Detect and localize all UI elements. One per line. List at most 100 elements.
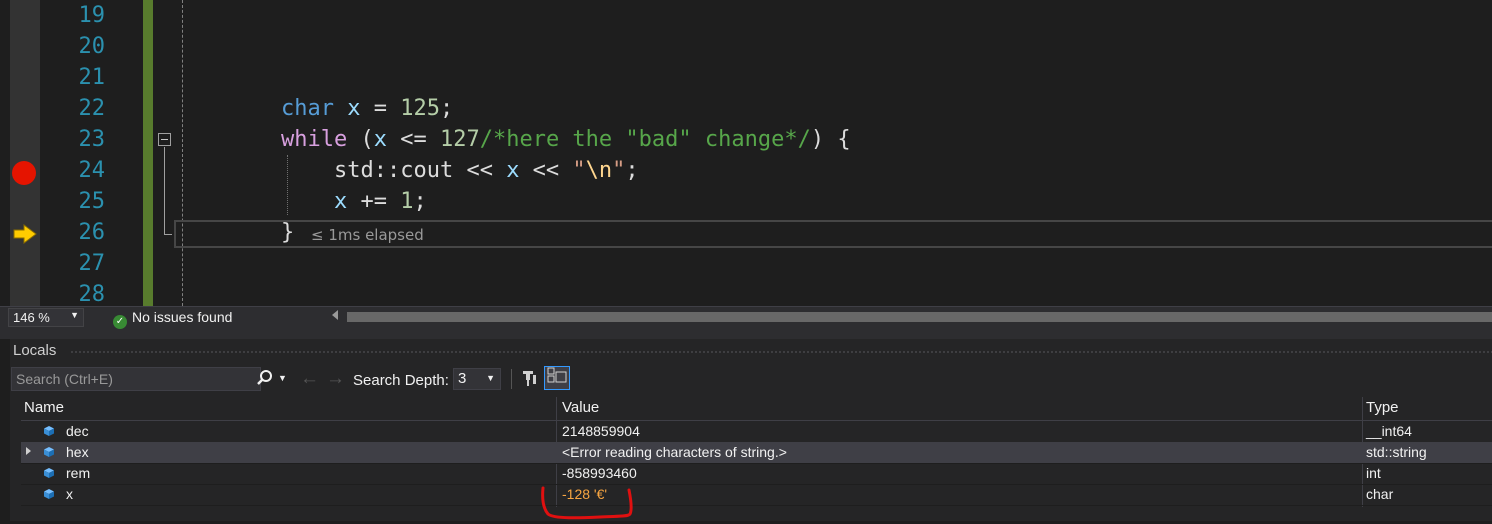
row-name: x — [66, 486, 73, 502]
row-type: std::string — [1366, 444, 1427, 460]
issues-indicator[interactable]: ✓ No issues found — [113, 309, 232, 329]
punctuation: ) { — [810, 127, 851, 152]
punctuation: ; — [625, 158, 639, 183]
search-depth-dropdown[interactable]: 3 ▼ — [453, 368, 501, 390]
grid-header: Name Value Type — [21, 397, 1492, 421]
red-underline-annotation — [541, 486, 633, 520]
variable-icon — [44, 426, 54, 436]
row-type: char — [1366, 486, 1394, 502]
collapse-toggle-icon[interactable] — [158, 133, 171, 146]
glyph-margin[interactable] — [10, 0, 40, 306]
identifier: x — [373, 127, 387, 152]
keyword: while — [281, 127, 348, 152]
outline-guide — [182, 0, 183, 306]
chevron-down-icon: ▼ — [486, 373, 495, 383]
line-number: 27 — [78, 251, 106, 276]
toolbar-separator — [511, 369, 512, 389]
code-line-23[interactable]: while (x <= 127/*here the "bad" change*/… — [281, 124, 851, 155]
indent-guide — [287, 155, 288, 215]
panel-divider[interactable] — [0, 329, 1492, 339]
zoom-value: 146 % — [13, 310, 50, 325]
horizontal-scrollbar-thumb[interactable] — [347, 312, 1492, 322]
scroll-left-arrow-icon[interactable] — [332, 310, 338, 320]
row-value[interactable]: <Error reading characters of string.> — [562, 444, 787, 460]
punctuation: ; — [439, 96, 454, 121]
search-depth-label: Search Depth: — [353, 372, 449, 389]
operator: = — [360, 96, 401, 121]
variable-icon — [44, 447, 54, 457]
search-depth-value: 3 — [458, 370, 467, 387]
code-line-24[interactable]: std::cout << x << "\n"; — [334, 155, 639, 186]
line-number: 22 — [78, 96, 106, 121]
number-literal: 125 — [400, 96, 440, 121]
fold-guide — [164, 147, 165, 235]
line-number: 28 — [78, 282, 106, 306]
line-number: 26 — [78, 220, 106, 245]
breakpoint-icon[interactable] — [12, 161, 36, 185]
forward-arrow-icon[interactable]: → — [326, 368, 345, 390]
identifier: x — [347, 96, 361, 121]
row-value[interactable]: 2148859904 — [562, 423, 640, 439]
row-type: __int64 — [1366, 423, 1412, 439]
operator: << — [519, 158, 573, 183]
column-header-name[interactable]: Name — [24, 399, 64, 416]
row-type: int — [1366, 465, 1381, 481]
line-number: 24 — [78, 158, 106, 183]
perf-tip-elapsed[interactable]: ≤ 1ms elapsed — [311, 226, 424, 244]
string-quote: " — [612, 158, 626, 183]
operator: <= — [386, 127, 440, 152]
line-number: 19 — [78, 3, 106, 28]
table-row[interactable]: hex <Error reading characters of string.… — [21, 442, 1492, 464]
keyword: char — [281, 96, 334, 121]
issues-text: No issues found — [132, 309, 233, 325]
check-circle-icon: ✓ — [113, 315, 127, 329]
operator: += — [347, 189, 401, 214]
identifier: x — [334, 189, 348, 214]
code-editor[interactable]: 19 20 21 22 23 24 25 26 27 28 char x = 1… — [0, 0, 1492, 306]
fold-guide-end — [164, 234, 172, 235]
search-input[interactable]: Search (Ctrl+E) — [11, 367, 261, 391]
chevron-down-icon[interactable]: ▼ — [278, 373, 287, 383]
current-statement-arrow-icon — [13, 224, 37, 244]
expand-arrow-icon[interactable] — [26, 447, 31, 455]
escape-sequence: \n — [585, 158, 613, 183]
back-arrow-icon[interactable]: ← — [300, 368, 319, 390]
row-value[interactable]: -858993460 — [562, 465, 637, 481]
locals-title: Locals — [13, 342, 57, 359]
row-name: hex — [66, 444, 89, 460]
line-number: 25 — [78, 189, 106, 214]
variable-icon — [44, 468, 54, 478]
change-tracking-bar — [143, 0, 153, 306]
line-number: 20 — [78, 34, 106, 59]
zoom-dropdown[interactable]: 146 % ▼ — [8, 308, 84, 327]
variable-icon — [44, 489, 54, 499]
title-grip[interactable] — [70, 350, 1492, 354]
column-header-value[interactable]: Value — [562, 399, 599, 416]
line-number: 21 — [78, 65, 106, 90]
table-row[interactable]: dec 2148859904 __int64 — [21, 421, 1492, 443]
closing-brace: } — [281, 220, 295, 245]
column-header-type[interactable]: Type — [1366, 399, 1399, 416]
editor-status-bar: 146 % ▼ ✓ No issues found — [0, 306, 1492, 329]
row-name: rem — [66, 465, 91, 481]
table-row[interactable]: x -128 '€' char — [21, 484, 1492, 506]
stream-expression: std::cout << — [334, 158, 507, 183]
line-number: 23 — [78, 127, 106, 152]
pin-icon[interactable] — [520, 369, 540, 389]
code-line-25[interactable]: x += 1; — [334, 186, 427, 217]
identifier: x — [506, 158, 520, 183]
row-name: dec — [66, 423, 89, 439]
comment: /*here the "bad" change*/ — [479, 127, 811, 152]
string-quote: " — [572, 158, 586, 183]
code-line-26[interactable]: } — [281, 217, 294, 248]
table-row[interactable]: rem -858993460 int — [21, 463, 1492, 485]
number-literal: 127 — [439, 127, 480, 152]
punctuation: ; — [413, 189, 427, 214]
code-line-22[interactable]: char x = 125; — [281, 93, 453, 124]
chevron-down-icon: ▼ — [70, 310, 79, 320]
punctuation: ( — [347, 127, 374, 152]
search-icon[interactable] — [256, 369, 276, 389]
locals-window: Locals Search (Ctrl+E) ▼ ← → Search Dept… — [10, 339, 1492, 521]
number-literal: 1 — [400, 189, 414, 214]
hexadecimal-display-icon[interactable] — [544, 366, 570, 390]
